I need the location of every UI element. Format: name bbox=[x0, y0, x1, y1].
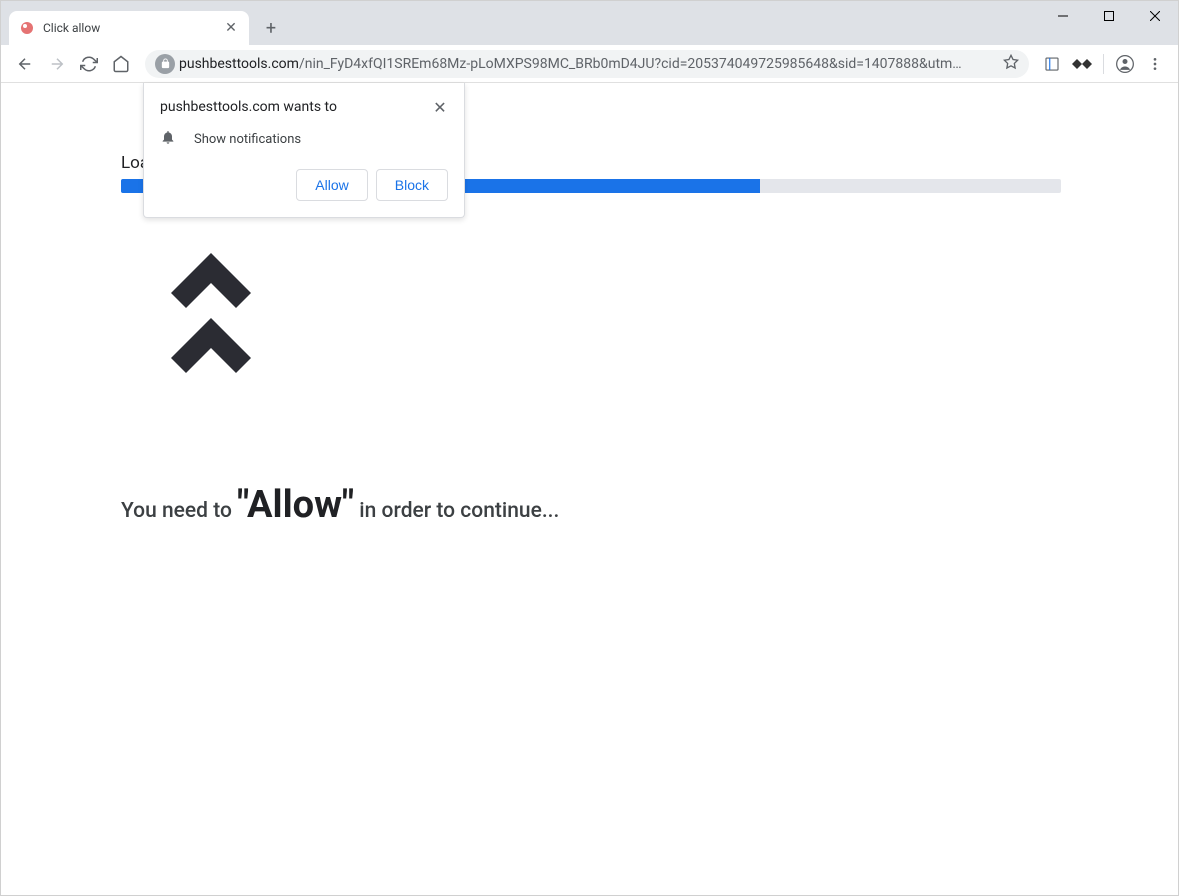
window-maximize-button[interactable] bbox=[1086, 1, 1132, 31]
tab-strip: Click allow ✕ + bbox=[1, 9, 1178, 45]
back-button[interactable] bbox=[11, 50, 39, 78]
forward-button[interactable] bbox=[43, 50, 71, 78]
extension-icon-2[interactable] bbox=[1067, 50, 1097, 78]
window-close-button[interactable] bbox=[1132, 1, 1178, 31]
window-minimize-button[interactable] bbox=[1040, 1, 1086, 31]
menu-icon[interactable] bbox=[1140, 50, 1170, 78]
tab-favicon bbox=[19, 20, 35, 36]
close-icon[interactable]: ✕ bbox=[432, 99, 448, 115]
page-viewport: Loa You need to "Allow" in order to cont… bbox=[1, 83, 1178, 895]
bell-icon bbox=[160, 129, 176, 149]
browser-tab[interactable]: Click allow ✕ bbox=[9, 11, 249, 45]
allow-button[interactable]: Allow bbox=[296, 169, 367, 201]
instruction-text: You need to "Allow" in order to continue… bbox=[121, 483, 1058, 527]
star-icon[interactable] bbox=[1003, 54, 1019, 74]
block-button[interactable]: Block bbox=[376, 169, 448, 201]
browser-toolbar: pushbesttools.com/nin_FyD4xfQI1SREm68Mz-… bbox=[1, 45, 1178, 83]
lock-icon bbox=[155, 54, 175, 74]
url-text: pushbesttools.com/nin_FyD4xfQI1SREm68Mz-… bbox=[179, 56, 997, 72]
permission-label: Show notifications bbox=[194, 132, 301, 147]
notification-permission-dialog: pushbesttools.com wants to ✕ Show notifi… bbox=[143, 83, 465, 218]
home-button[interactable] bbox=[107, 50, 135, 78]
reload-button[interactable] bbox=[75, 50, 103, 78]
arrows-up-icon bbox=[161, 243, 1058, 373]
address-bar[interactable]: pushbesttools.com/nin_FyD4xfQI1SREm68Mz-… bbox=[145, 50, 1029, 78]
tab-close-icon[interactable]: ✕ bbox=[223, 20, 239, 36]
new-tab-button[interactable]: + bbox=[257, 14, 285, 42]
profile-icon[interactable] bbox=[1110, 50, 1140, 78]
permission-title: pushbesttools.com wants to bbox=[160, 99, 337, 115]
toolbar-separator bbox=[1103, 54, 1104, 74]
extension-icon[interactable] bbox=[1037, 50, 1067, 78]
tab-title: Click allow bbox=[43, 21, 223, 35]
